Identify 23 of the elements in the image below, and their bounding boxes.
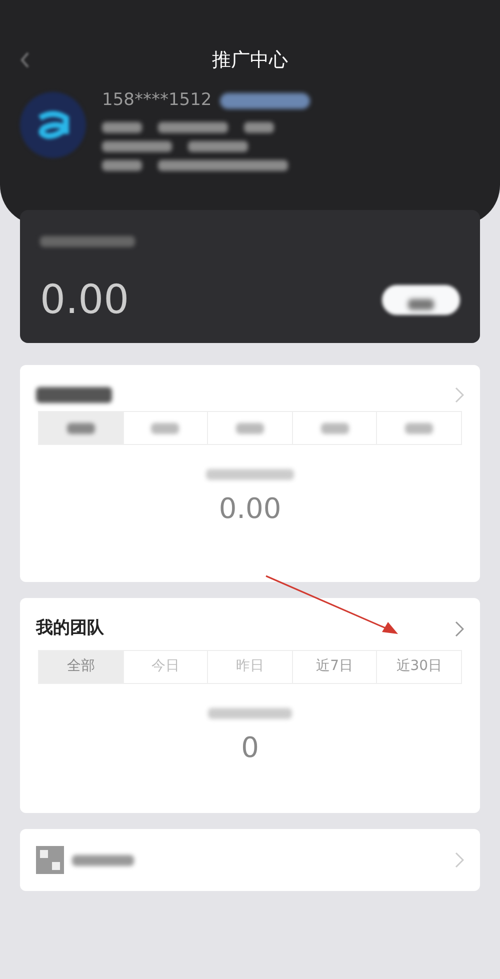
back-icon[interactable] bbox=[20, 52, 30, 68]
blurred-text bbox=[158, 122, 228, 132]
phone-number: 158****1512 bbox=[102, 89, 212, 112]
blurred-text bbox=[72, 854, 134, 866]
income-amount: 0.00 bbox=[218, 491, 282, 527]
page-title: 推广中心 bbox=[211, 48, 289, 73]
avatar-logo-icon bbox=[20, 92, 86, 158]
balance-amount: 0.00 bbox=[40, 276, 130, 325]
blurred-text bbox=[188, 140, 248, 152]
blurred-text bbox=[102, 160, 142, 170]
blurred-text bbox=[102, 140, 172, 152]
filter-tab[interactable] bbox=[39, 412, 123, 444]
withdraw-button[interactable] bbox=[382, 285, 460, 315]
team-count: 0 bbox=[241, 730, 259, 766]
blurred-text bbox=[102, 122, 142, 132]
chevron-right-icon[interactable] bbox=[454, 387, 464, 403]
chevron-right-icon[interactable] bbox=[454, 620, 464, 637]
blurred-text bbox=[244, 122, 274, 132]
section-title: 我的团队 bbox=[36, 617, 104, 640]
qr-code-icon bbox=[36, 846, 64, 874]
filter-tab[interactable]: 全部 bbox=[39, 650, 123, 682]
chevron-right-icon[interactable] bbox=[454, 852, 464, 868]
menu-item[interactable] bbox=[20, 829, 480, 891]
